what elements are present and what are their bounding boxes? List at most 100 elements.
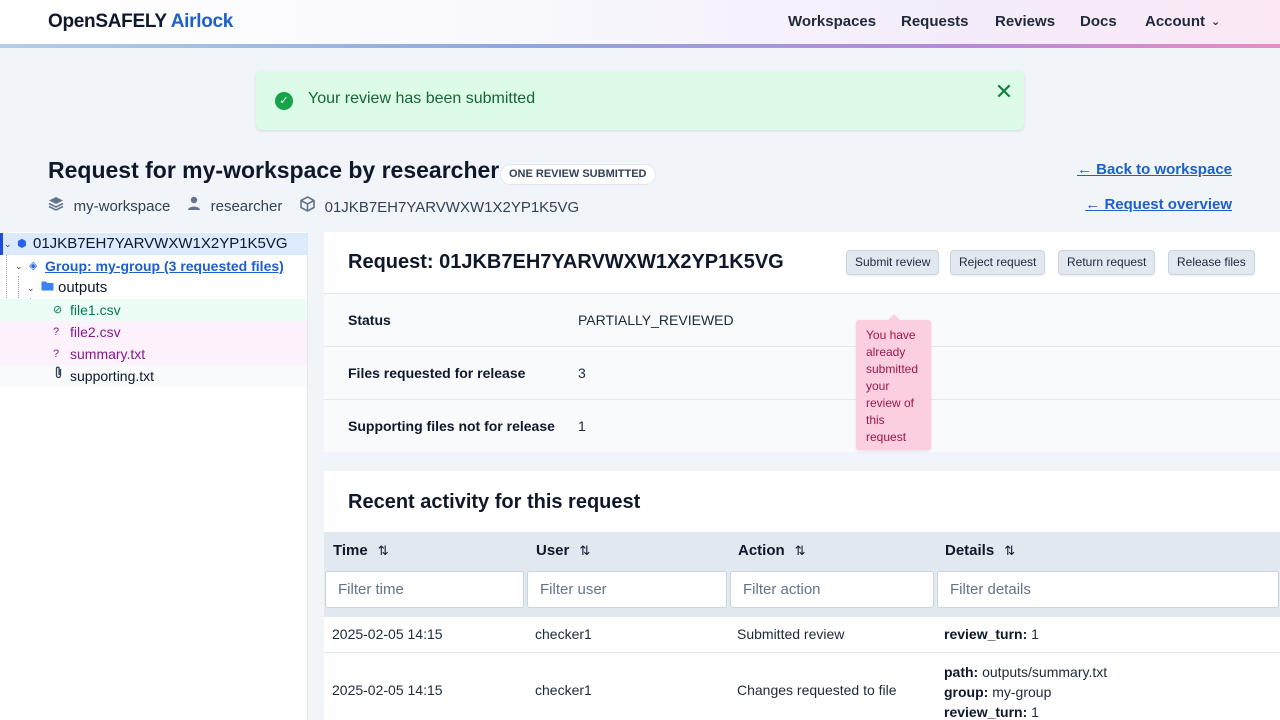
cell-user: checker1 <box>535 682 592 698</box>
layers-icon: ◈ <box>29 260 38 272</box>
tree-item-file[interactable]: ⊘ file1.csv <box>0 299 307 321</box>
request-id: 01JKB7EH7YARVWXW1X2YP1K5VG <box>324 199 580 216</box>
page-title: Request for my-workspace by researcher <box>48 157 500 183</box>
table-row: 2025-02-05 14:15 checker1 Changes reques… <box>324 652 1280 720</box>
detail-row-files-requested: Files requested for release 3 <box>324 346 1280 399</box>
activity-section: Recent activity for this request Time ⇅ U… <box>324 471 1280 720</box>
tree-item-group[interactable]: ⌄ ◈ Group: my-group (3 requested files) <box>0 255 307 277</box>
cell-details: review_turn: 1 <box>944 626 1039 642</box>
table-row: 2025-02-05 14:15 checker1 Submitted revi… <box>324 616 1280 652</box>
filter-action-input[interactable] <box>730 571 934 608</box>
tree-item-file[interactable]: ? file2.csv <box>0 321 307 343</box>
detail-value: outputs/summary.txt <box>982 664 1108 680</box>
column-label: Details <box>945 542 995 559</box>
filter-details-input[interactable] <box>937 571 1279 608</box>
column-label: Time <box>333 542 368 559</box>
chevron-down-icon: ⌄ <box>4 239 12 249</box>
tree-item-folder[interactable]: ⌄ outputs <box>0 277 307 299</box>
detail-value: 1 <box>1031 704 1039 720</box>
cell-details: path: outputs/summary.txt group: my-grou… <box>944 662 1107 720</box>
cell-action: Submitted review <box>737 626 845 642</box>
workspace-name: my-workspace <box>73 198 171 215</box>
release-files-button[interactable]: Release files <box>1168 250 1255 275</box>
chevron-down-icon: ⌄ <box>15 261 23 271</box>
brand-name: OpenSAFELY <box>48 11 167 32</box>
chevron-down-icon: ⌄ <box>27 283 35 293</box>
tree-folder-label: outputs <box>58 279 108 296</box>
column-header-details[interactable]: Details ⇅ <box>945 542 1015 559</box>
brand-logo[interactable]: OpenSAFELY Airlock <box>48 11 233 33</box>
detail-row-status: Status PARTIALLY_REVIEWED <box>324 293 1280 346</box>
activity-table-header: Time ⇅ User ⇅ Action ⇅ Details ⇅ <box>324 532 1280 616</box>
column-header-user[interactable]: User ⇅ <box>536 542 590 559</box>
detail-key: Files requested for release <box>348 365 526 381</box>
filter-user-input[interactable] <box>527 571 727 608</box>
back-to-workspace-link[interactable]: ← Back to workspace <box>1077 161 1232 178</box>
return-request-button[interactable]: Return request <box>1058 250 1156 275</box>
nav-reviews[interactable]: Reviews <box>995 13 1055 30</box>
column-label: Action <box>738 542 785 559</box>
close-icon[interactable]: ✕ <box>994 81 1014 103</box>
detail-key: review_turn: <box>944 626 1028 642</box>
detail-key: group: <box>944 684 989 700</box>
detail-key: Status <box>348 312 391 328</box>
cell-user: checker1 <box>535 626 592 642</box>
brand-product: Airlock <box>170 11 234 32</box>
nav-requests[interactable]: Requests <box>901 13 969 30</box>
sort-icon: ⇅ <box>377 543 389 558</box>
column-label: User <box>536 542 570 559</box>
tree-group-label: Group: my-group (3 requested files) <box>45 258 284 274</box>
cube-icon <box>300 196 319 215</box>
flash-message: Your review has been submitted <box>308 90 536 107</box>
cell-action: Changes requested to file <box>737 682 897 698</box>
cell-time: 2025-02-05 14:15 <box>332 626 443 642</box>
check-circle-icon: ✓ <box>275 92 293 110</box>
nav-workspaces[interactable]: Workspaces <box>788 13 876 30</box>
question-circle-icon: ? <box>53 348 60 360</box>
detail-value: 1 <box>1031 626 1039 642</box>
column-header-action[interactable]: Action ⇅ <box>738 542 806 559</box>
sort-icon: ⇅ <box>1004 543 1016 558</box>
meta-request-id: 01JKB7EH7YARVWXW1X2YP1K5VG <box>300 196 579 216</box>
cell-time: 2025-02-05 14:15 <box>332 682 443 698</box>
detail-value: 1 <box>578 418 586 434</box>
tree-item-file[interactable]: ? summary.txt <box>0 343 307 365</box>
meta-user: researcher <box>187 196 282 215</box>
tree-item-file[interactable]: supporting.txt <box>0 365 307 387</box>
tooltip-arrow <box>888 314 900 320</box>
tree-root-label: 01JKB7EH7YARVWXW1X2YP1K5VG <box>33 235 288 252</box>
nav-account[interactable]: Account ⌄ <box>1145 13 1220 30</box>
detail-row-supporting-files: Supporting files not for release 1 <box>324 399 1280 452</box>
submit-review-tooltip: You have already submitted your review o… <box>856 314 931 450</box>
sort-icon: ⇅ <box>794 543 806 558</box>
folder-icon <box>41 277 54 299</box>
activity-title: Recent activity for this request <box>348 491 641 513</box>
tree-file-label: supporting.txt <box>70 368 155 384</box>
tree-item-request[interactable]: ⌄ ⬢ 01JKB7EH7YARVWXW1X2YP1K5VG <box>0 233 307 255</box>
sort-icon: ⇅ <box>579 543 591 558</box>
tree-file-label: summary.txt <box>70 346 146 362</box>
request-overview-link[interactable]: ← Request overview <box>1085 196 1232 213</box>
user-name: researcher <box>210 198 283 215</box>
cube-icon: ⬢ <box>17 238 27 250</box>
paperclip-icon <box>54 365 63 387</box>
detail-value: 3 <box>578 365 586 381</box>
check-circle-icon: ⊘ <box>53 304 63 316</box>
success-flash: ✓ Your review has been submitted ✕ <box>256 71 1024 130</box>
header-gradient-bar <box>0 44 1280 48</box>
status-badge: ONE REVIEW SUBMITTED <box>500 164 656 185</box>
nav-docs[interactable]: Docs <box>1080 13 1117 30</box>
request-title: Request: 01JKB7EH7YARVWXW1X2YP1K5VG <box>348 251 784 273</box>
tooltip-text: You have already submitted your review o… <box>866 328 919 444</box>
column-header-time[interactable]: Time ⇅ <box>333 542 389 559</box>
user-icon <box>187 196 205 214</box>
reject-request-button[interactable]: Reject request <box>950 250 1046 275</box>
file-tree-sidebar: ⌄ ⬢ 01JKB7EH7YARVWXW1X2YP1K5VG ⌄ ◈ Group… <box>0 232 308 720</box>
filter-time-input[interactable] <box>325 571 524 608</box>
detail-key: Supporting files not for release <box>348 418 555 434</box>
tree-file-label: file1.csv <box>70 302 121 318</box>
submit-review-button[interactable]: Submit review <box>846 250 940 275</box>
chevron-down-icon: ⌄ <box>1211 16 1221 28</box>
detail-key: path: <box>944 664 979 680</box>
detail-value: PARTIALLY_REVIEWED <box>578 312 734 328</box>
